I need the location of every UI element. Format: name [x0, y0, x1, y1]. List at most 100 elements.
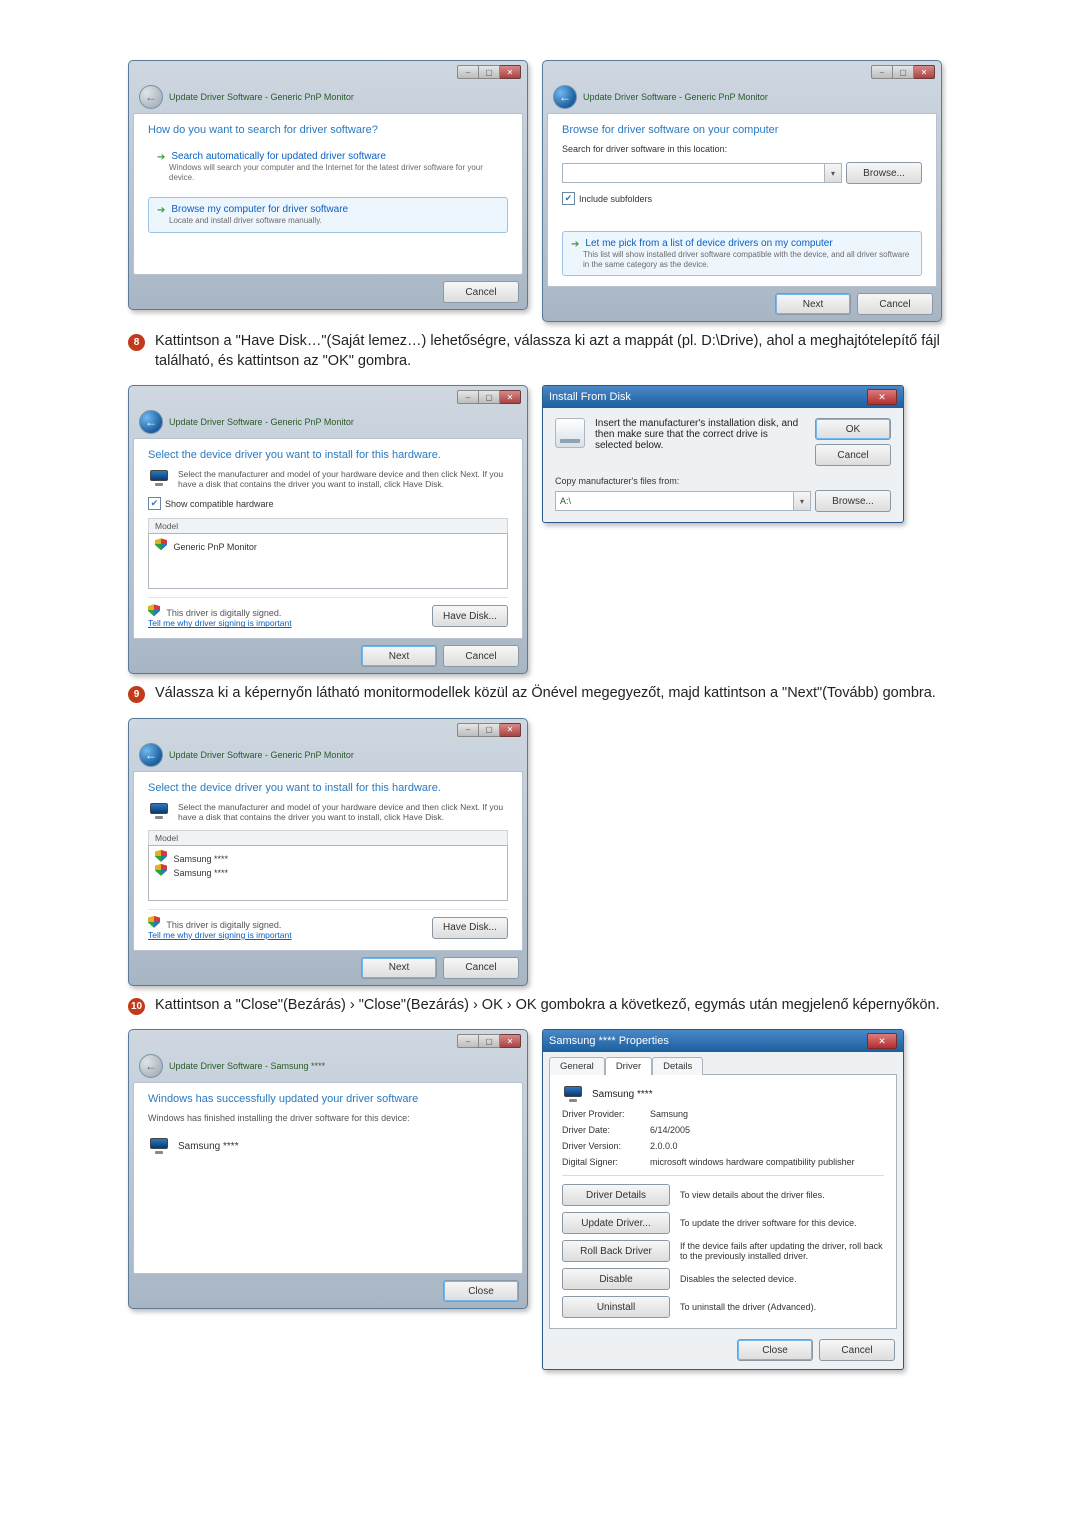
window-update-driver-method: – ▢ ✕ ← Update Driver Software - Generic…: [128, 60, 528, 310]
close-button-action[interactable]: Close: [443, 1280, 519, 1302]
option-browse-computer[interactable]: ➔ Browse my computer for driver software…: [148, 197, 508, 233]
path-combo[interactable]: ▾: [562, 163, 842, 183]
tab-general[interactable]: General: [549, 1057, 605, 1075]
shield-icon: [148, 916, 160, 928]
tab-details[interactable]: Details: [652, 1057, 703, 1075]
dialog-title: Samsung **** Properties: [549, 1035, 669, 1047]
kv-key: Driver Version:: [562, 1141, 644, 1151]
close-button[interactable]: ✕: [500, 1034, 521, 1048]
update-driver-button[interactable]: Update Driver...: [562, 1212, 670, 1234]
list-item[interactable]: Generic PnP Monitor: [155, 538, 501, 552]
cancel-button[interactable]: Cancel: [819, 1339, 895, 1361]
browse-button[interactable]: Browse...: [846, 162, 922, 184]
model-list[interactable]: Generic PnP Monitor: [148, 533, 508, 589]
copy-from-combo[interactable]: A:\ ▾: [555, 491, 811, 511]
maximize-button[interactable]: ▢: [893, 65, 914, 79]
cancel-button[interactable]: Cancel: [857, 293, 933, 315]
dialog-install-from-disk: Install From Disk ✕ Insert the manufactu…: [542, 385, 904, 523]
shield-icon: [155, 538, 167, 550]
close-button[interactable]: ✕: [500, 390, 521, 404]
list-item-label: Samsung ****: [174, 868, 229, 878]
include-subfolders-checkbox[interactable]: ✔ Include subfolders: [562, 192, 922, 205]
breadcrumb: Update Driver Software - Generic PnP Mon…: [169, 750, 354, 760]
have-disk-button[interactable]: Have Disk...: [432, 917, 508, 939]
ok-button[interactable]: OK: [815, 418, 891, 440]
minimize-button[interactable]: –: [457, 723, 479, 737]
minimize-button[interactable]: –: [457, 1034, 479, 1048]
back-icon[interactable]: ←: [553, 85, 577, 109]
kv-val: 6/14/2005: [650, 1125, 690, 1135]
window-select-driver-generic: – ▢ ✕ ← Update Driver Software - Generic…: [128, 385, 528, 674]
driver-details-button[interactable]: Driver Details: [562, 1184, 670, 1206]
cancel-button[interactable]: Cancel: [443, 957, 519, 979]
window-browse-driver: – ▢ ✕ ← Update Driver Software - Generic…: [542, 60, 942, 322]
close-button[interactable]: ✕: [867, 1033, 897, 1049]
rollback-driver-button[interactable]: Roll Back Driver: [562, 1240, 670, 1262]
page-heading: Select the device driver you want to ins…: [148, 449, 508, 461]
checkbox-label: Include subfolders: [579, 194, 652, 204]
back-icon[interactable]: ←: [139, 743, 163, 767]
cancel-button[interactable]: Cancel: [443, 645, 519, 667]
step-8: 8 Kattintson a "Have Disk…"(Saját lemez……: [128, 332, 952, 371]
copy-from-label: Copy manufacturer's files from:: [555, 476, 891, 486]
next-button[interactable]: Next: [361, 957, 437, 979]
list-item-label: Generic PnP Monitor: [174, 542, 257, 552]
kv-key: Digital Signer:: [562, 1157, 644, 1167]
monitor-icon: [562, 1085, 584, 1103]
step-9: 9 Válassza ki a képernyőn látható monito…: [128, 684, 952, 704]
step-number-badge: 9: [128, 686, 145, 703]
maximize-button[interactable]: ▢: [479, 723, 500, 737]
action-desc: To update the driver software for this d…: [680, 1218, 857, 1228]
list-item-label: Samsung ****: [174, 854, 229, 864]
action-desc: If the device fails after updating the d…: [680, 1241, 884, 1261]
arrow-icon: ➔: [571, 239, 579, 250]
minimize-button[interactable]: –: [457, 390, 479, 404]
why-signing-link[interactable]: Tell me why driver signing is important: [148, 930, 292, 940]
show-compatible-checkbox[interactable]: ✔ Show compatible hardware: [148, 497, 508, 510]
cancel-button[interactable]: Cancel: [443, 281, 519, 303]
close-button-action[interactable]: Close: [737, 1339, 813, 1361]
step-text: Kattintson a "Have Disk…"(Saját lemez…) …: [155, 332, 952, 371]
step-10: 10 Kattintson a "Close"(Bezárás) › "Clos…: [128, 996, 952, 1016]
page-heading: Browse for driver software on your compu…: [562, 124, 922, 136]
close-button[interactable]: ✕: [500, 65, 521, 79]
back-icon[interactable]: ←: [139, 85, 163, 109]
device-name: Samsung ****: [178, 1141, 239, 1152]
cancel-button[interactable]: Cancel: [815, 444, 891, 466]
step-number-badge: 8: [128, 334, 145, 351]
close-button[interactable]: ✕: [914, 65, 935, 79]
minimize-button[interactable]: –: [871, 65, 893, 79]
list-item[interactable]: Samsung ****: [155, 864, 501, 878]
maximize-button[interactable]: ▢: [479, 1034, 500, 1048]
disk-icon: [555, 418, 585, 448]
tab-driver[interactable]: Driver: [605, 1057, 652, 1075]
next-button[interactable]: Next: [775, 293, 851, 315]
option-let-me-pick[interactable]: ➔ Let me pick from a list of device driv…: [562, 231, 922, 276]
uninstall-button[interactable]: Uninstall: [562, 1296, 670, 1318]
minimize-button[interactable]: –: [457, 65, 479, 79]
next-button[interactable]: Next: [361, 645, 437, 667]
column-header-model: Model: [148, 518, 508, 533]
window-update-success: – ▢ ✕ ← Update Driver Software - Samsung…: [128, 1029, 528, 1309]
signed-text: This driver is digitally signed.: [166, 920, 281, 930]
have-disk-button[interactable]: Have Disk...: [432, 605, 508, 627]
browse-button[interactable]: Browse...: [815, 490, 891, 512]
disable-button[interactable]: Disable: [562, 1268, 670, 1290]
window-controls: – ▢ ✕: [871, 65, 935, 79]
maximize-button[interactable]: ▢: [479, 65, 500, 79]
column-header-model: Model: [148, 830, 508, 845]
model-list[interactable]: Samsung **** Samsung ****: [148, 845, 508, 901]
why-signing-link[interactable]: Tell me why driver signing is important: [148, 618, 292, 628]
nav-bar: ← Update Driver Software - Generic PnP M…: [133, 81, 523, 113]
chevron-down-icon[interactable]: ▾: [824, 164, 841, 182]
close-button[interactable]: ✕: [500, 723, 521, 737]
maximize-button[interactable]: ▢: [479, 390, 500, 404]
back-icon[interactable]: ←: [139, 410, 163, 434]
option-search-auto[interactable]: ➔ Search automatically for updated drive…: [148, 144, 508, 189]
close-button[interactable]: ✕: [867, 389, 897, 405]
list-item[interactable]: Samsung ****: [155, 850, 501, 864]
page-desc: Select the manufacturer and model of you…: [178, 802, 508, 822]
dialog-message: Insert the manufacturer's installation d…: [595, 418, 805, 451]
action-desc: To view details about the driver files.: [680, 1190, 825, 1200]
kv-val: microsoft windows hardware compatibility…: [650, 1157, 855, 1167]
